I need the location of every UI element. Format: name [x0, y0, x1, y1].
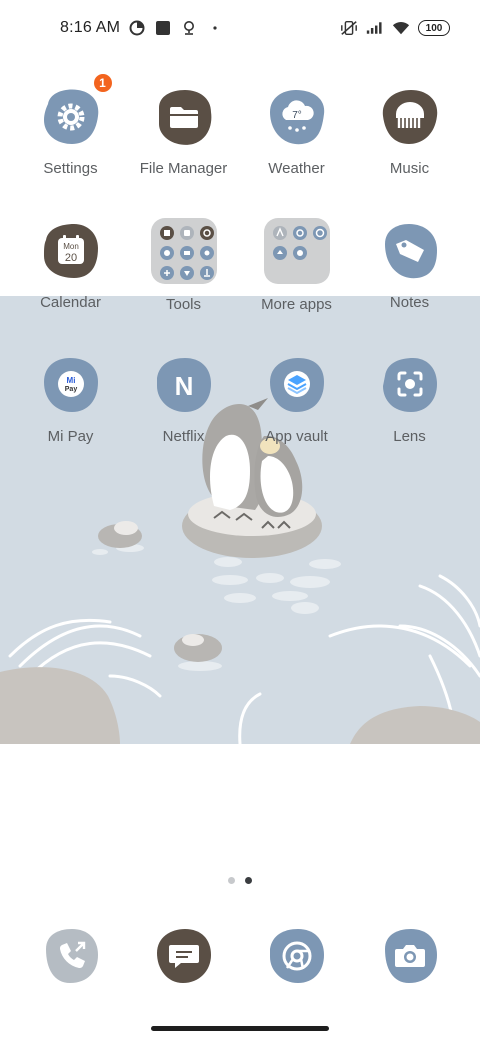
phone-icon	[45, 929, 98, 983]
messages-app-icon[interactable]	[153, 925, 215, 987]
square-notification-icon	[154, 19, 172, 37]
signal-icon	[366, 19, 384, 37]
dock-chrome[interactable]	[240, 925, 353, 987]
mini-app-icon	[199, 226, 214, 240]
app-label: App vault	[265, 428, 328, 445]
app-label: Lens	[393, 428, 426, 445]
mini-app-icon	[159, 266, 174, 280]
netflix-letter: N	[174, 371, 193, 401]
app-label: File Manager	[139, 160, 228, 177]
folder-more-apps[interactable]: More apps	[240, 218, 353, 354]
status-bar: 8:16 AM 100	[0, 0, 480, 56]
vibrate-mute-icon	[340, 19, 358, 37]
folder-apps-icon[interactable]	[263, 218, 330, 284]
app-label: Notes	[389, 294, 430, 311]
app-music[interactable]: Music	[353, 86, 466, 220]
app-notes[interactable]: Notes	[353, 220, 466, 354]
app-label: Mi Pay	[47, 428, 94, 445]
data-saver-icon	[128, 19, 146, 37]
mini-app-icon	[272, 246, 287, 260]
weather-app-icon[interactable]: 7°	[266, 86, 328, 148]
netflix-icon: N	[156, 358, 211, 412]
dock-camera[interactable]	[353, 925, 466, 987]
app-netflix[interactable]: N Netflix	[127, 354, 240, 488]
dot-icon	[206, 19, 224, 37]
page-dot-1[interactable]	[228, 877, 235, 884]
notes-app-icon[interactable]	[379, 220, 441, 282]
dock-messages[interactable]	[127, 925, 240, 987]
app-label: Tools	[165, 296, 202, 313]
app-app-vault[interactable]: App vault	[240, 354, 353, 488]
phone-app-icon[interactable]	[40, 925, 102, 987]
app-label: Settings	[43, 160, 98, 177]
calendar-date: 20	[64, 252, 76, 264]
music-app-icon[interactable]	[379, 86, 441, 148]
chrome-app-icon[interactable]	[266, 925, 328, 987]
mini-app-icon	[292, 226, 307, 240]
status-right: 100	[340, 19, 450, 37]
lens-icon	[382, 358, 437, 412]
calendar-app-icon[interactable]: Mon 20	[40, 220, 102, 282]
app-mi-pay[interactable]: Mi Pay Mi Pay	[14, 354, 127, 488]
mini-app-icon	[292, 246, 307, 260]
weather-temp: 7°	[292, 110, 302, 121]
notification-badge: 1	[91, 72, 114, 94]
mi-pay-pay-text: Pay	[64, 386, 77, 393]
mini-app-icon	[272, 226, 287, 240]
mini-app-icon	[312, 226, 327, 240]
battery-indicator: 100	[418, 20, 450, 36]
app-settings[interactable]: 1 Settings	[14, 72, 127, 220]
app-label: More apps	[261, 296, 332, 313]
app-label: Netflix	[162, 428, 205, 445]
mi-pay-icon: Mi Pay	[43, 358, 98, 412]
mi-pay-app-icon[interactable]: Mi Pay	[40, 354, 102, 416]
folder-tools-icon[interactable]	[150, 218, 217, 284]
mini-app-icon	[159, 246, 174, 260]
mini-app-icon	[199, 246, 214, 260]
chrome-icon	[269, 929, 324, 983]
app-label: Weather	[268, 160, 325, 177]
mini-app-icon	[199, 266, 214, 280]
mini-app-icon	[179, 246, 194, 260]
page-indicator	[0, 877, 480, 884]
mini-app-icon	[179, 226, 194, 240]
status-left: 8:16 AM	[60, 19, 224, 37]
settings-app-icon[interactable]: 1	[40, 72, 114, 148]
tag-icon	[384, 224, 437, 279]
cloud-rain-icon: 7°	[269, 90, 324, 145]
status-time: 8:16 AM	[60, 19, 121, 36]
mi-pay-mi-text: Mi	[66, 376, 75, 385]
app-label: Music	[389, 160, 430, 177]
mini-app-icon	[159, 226, 174, 240]
home-indicator-bar[interactable]	[151, 1026, 329, 1031]
app-calendar[interactable]: Mon 20 Calendar	[14, 220, 127, 354]
dock-phone[interactable]	[14, 925, 127, 987]
app-vault-app-icon[interactable]	[266, 354, 328, 416]
app-file-manager[interactable]: File Manager	[127, 86, 240, 220]
camera-app-icon[interactable]	[379, 925, 441, 987]
app-lens[interactable]: Lens	[353, 354, 466, 488]
location-icon	[180, 19, 198, 37]
camera-icon	[384, 929, 437, 983]
wifi-icon	[392, 19, 410, 37]
message-icon	[156, 929, 211, 983]
app-grid: 1 Settings File Manager 7° Weather Music…	[14, 72, 466, 488]
music-icon	[382, 90, 437, 144]
dock	[14, 925, 466, 987]
app-weather[interactable]: 7° Weather	[240, 86, 353, 220]
app-label: Calendar	[40, 294, 101, 311]
calendar-icon: Mon 20	[43, 224, 98, 278]
calendar-day: Mon	[63, 242, 79, 251]
mini-app-icon	[179, 266, 194, 280]
page-dot-2[interactable]	[245, 877, 252, 884]
netflix-app-icon[interactable]: N	[153, 354, 215, 416]
folder-icon	[158, 90, 211, 145]
file-manager-app-icon[interactable]	[153, 86, 215, 148]
gear-icon	[43, 89, 98, 144]
lens-app-icon[interactable]	[379, 354, 441, 416]
folder-tools[interactable]: Tools	[127, 218, 240, 354]
layers-icon	[269, 358, 324, 412]
